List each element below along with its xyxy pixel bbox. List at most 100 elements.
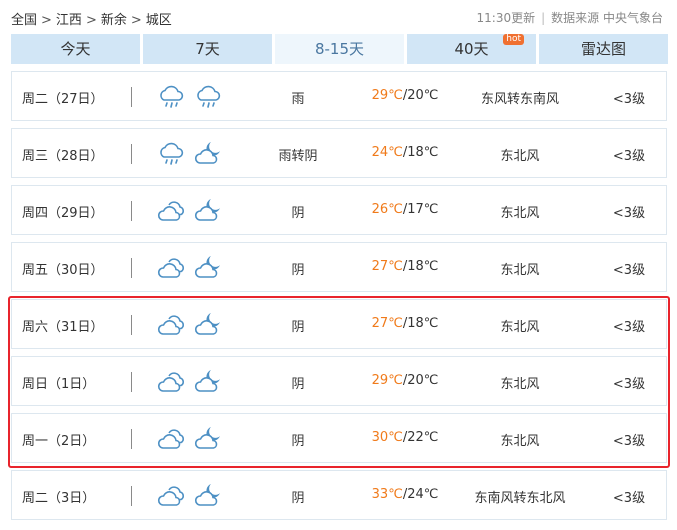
wind-direction: 东北风 bbox=[500, 149, 540, 164]
breadcrumb-item-district: 城区 bbox=[145, 13, 172, 28]
wind-direction: 东风转东南风 bbox=[480, 92, 559, 107]
forecast-row: 周二（3日） 阴 33℃/24℃ 东南风转东北风 <3级 bbox=[11, 470, 667, 520]
overcast-icon bbox=[157, 254, 187, 282]
wind-direction: 东南风转东北风 bbox=[474, 491, 566, 506]
weather-condition: 阴 bbox=[291, 491, 305, 506]
wind-level: <3级 bbox=[612, 263, 646, 278]
overcast-icon bbox=[157, 311, 187, 339]
weather-condition: 阴 bbox=[291, 320, 305, 335]
weather-condition: 雨 bbox=[291, 92, 305, 107]
cloudy-night-icon bbox=[194, 482, 224, 510]
high-temp: 24℃ bbox=[371, 145, 403, 160]
forecast-row: 周三（28日） 雨转阴 24℃/18℃ 东北风 <3级 bbox=[11, 128, 667, 178]
hot-badge: hot bbox=[503, 34, 524, 45]
wind-direction: 东北风 bbox=[500, 263, 540, 278]
breadcrumb: 全国 > 江西 > 新余 > 城区 bbox=[11, 9, 172, 28]
tab-today[interactable]: 今天 bbox=[11, 34, 140, 64]
temperature: 26℃/17℃ bbox=[355, 202, 455, 217]
tab-label: 8-15天 bbox=[314, 40, 365, 58]
high-temp: 27℃ bbox=[371, 316, 403, 331]
weather-condition: 雨转阴 bbox=[278, 149, 318, 164]
temperature: 29℃/20℃ bbox=[355, 373, 455, 388]
weather-condition: 阴 bbox=[291, 206, 305, 221]
rain-icon bbox=[157, 140, 187, 168]
wind-direction: 东北风 bbox=[500, 434, 540, 449]
temperature: 27℃/18℃ bbox=[355, 316, 455, 331]
temperature: 29℃/20℃ bbox=[355, 88, 455, 103]
cloudy-night-icon bbox=[194, 254, 224, 282]
tab-label: 今天 bbox=[60, 40, 91, 58]
overcast-icon bbox=[157, 425, 187, 453]
cloudy-night-icon bbox=[194, 368, 224, 396]
breadcrumb-item-province[interactable]: 江西 bbox=[56, 9, 82, 28]
day-label: 周二（27日） bbox=[22, 92, 104, 107]
low-temp: /17℃ bbox=[402, 202, 439, 217]
forecast-tabs: 今天 7天 8-15天 40天 hot 雷达图 bbox=[11, 34, 668, 64]
wind-direction: 东北风 bbox=[500, 206, 540, 221]
breadcrumb-separator: > bbox=[130, 13, 142, 28]
day-label: 周四（29日） bbox=[22, 206, 104, 221]
tab-radar[interactable]: 雷达图 bbox=[539, 34, 668, 64]
divider bbox=[131, 372, 132, 392]
wind-direction: 东北风 bbox=[500, 377, 540, 392]
high-temp: 29℃ bbox=[371, 373, 403, 388]
wind-level: <3级 bbox=[612, 434, 646, 449]
divider bbox=[131, 201, 132, 221]
low-temp: /20℃ bbox=[402, 88, 439, 103]
forecast-row: 周二（27日） 雨 29℃/20℃ 东风转东南风 <3级 bbox=[11, 71, 667, 121]
day-label: 周二（3日） bbox=[22, 491, 96, 506]
low-temp: /24℃ bbox=[402, 487, 439, 502]
temperature: 27℃/18℃ bbox=[355, 259, 455, 274]
overcast-icon bbox=[157, 482, 187, 510]
data-source: 数据来源 中央气象台 bbox=[551, 11, 663, 25]
update-info: 11:30更新 | 数据来源 中央气象台 bbox=[477, 9, 663, 26]
low-temp: /18℃ bbox=[402, 259, 439, 274]
tab-label: 7天 bbox=[195, 40, 220, 58]
cloudy-night-icon bbox=[194, 311, 224, 339]
wind-level: <3级 bbox=[612, 320, 646, 335]
tab-label: 雷达图 bbox=[580, 40, 626, 58]
weather-condition: 阴 bbox=[291, 377, 305, 392]
breadcrumb-item-country[interactable]: 全国 bbox=[11, 9, 37, 28]
tab-8-15-days[interactable]: 8-15天 bbox=[275, 34, 404, 64]
wind-level: <3级 bbox=[612, 149, 646, 164]
wind-level: <3级 bbox=[612, 206, 646, 221]
day-label: 周六（31日） bbox=[22, 320, 104, 335]
tab-label: 40天 bbox=[454, 40, 489, 58]
top-bar: 全国 > 江西 > 新余 > 城区 11:30更新 | 数据来源 中央气象台 bbox=[0, 0, 677, 32]
low-temp: /22℃ bbox=[402, 430, 439, 445]
rain-icon bbox=[194, 83, 224, 111]
rain-icon bbox=[157, 83, 187, 111]
weather-condition: 阴 bbox=[291, 434, 305, 449]
temperature: 30℃/22℃ bbox=[355, 430, 455, 445]
day-label: 周三（28日） bbox=[22, 149, 104, 164]
high-temp: 30℃ bbox=[371, 430, 403, 445]
low-temp: /18℃ bbox=[402, 145, 439, 160]
divider bbox=[131, 258, 132, 278]
day-label: 周五（30日） bbox=[22, 263, 104, 278]
low-temp: /20℃ bbox=[402, 373, 439, 388]
breadcrumb-separator: > bbox=[85, 13, 97, 28]
cloudy-night-icon bbox=[194, 140, 224, 168]
forecast-row: 周五（30日） 阴 27℃/18℃ 东北风 <3级 bbox=[11, 242, 667, 292]
divider bbox=[131, 486, 132, 506]
divider bbox=[131, 87, 132, 107]
breadcrumb-separator: > bbox=[41, 13, 52, 28]
tab-40-days[interactable]: 40天 hot bbox=[407, 34, 536, 64]
divider bbox=[131, 429, 132, 449]
day-label: 周一（2日） bbox=[22, 434, 96, 449]
tab-7-days[interactable]: 7天 bbox=[143, 34, 272, 64]
forecast-row: 周四（29日） 阴 26℃/17℃ 东北风 <3级 bbox=[11, 185, 667, 235]
update-time: 11:30更新 bbox=[476, 11, 536, 25]
overcast-icon bbox=[157, 197, 187, 225]
cloudy-night-icon bbox=[194, 197, 224, 225]
weather-condition: 阴 bbox=[291, 263, 305, 278]
forecast-row: 周日（1日） 阴 29℃/20℃ 东北风 <3级 bbox=[11, 356, 667, 406]
divider bbox=[131, 315, 132, 335]
high-temp: 26℃ bbox=[371, 202, 403, 217]
temperature: 24℃/18℃ bbox=[355, 145, 455, 160]
breadcrumb-item-city[interactable]: 新余 bbox=[101, 9, 127, 28]
forecast-row: 周一（2日） 阴 30℃/22℃ 东北风 <3级 bbox=[11, 413, 667, 463]
high-temp: 29℃ bbox=[371, 88, 403, 103]
wind-level: <3级 bbox=[612, 377, 646, 392]
